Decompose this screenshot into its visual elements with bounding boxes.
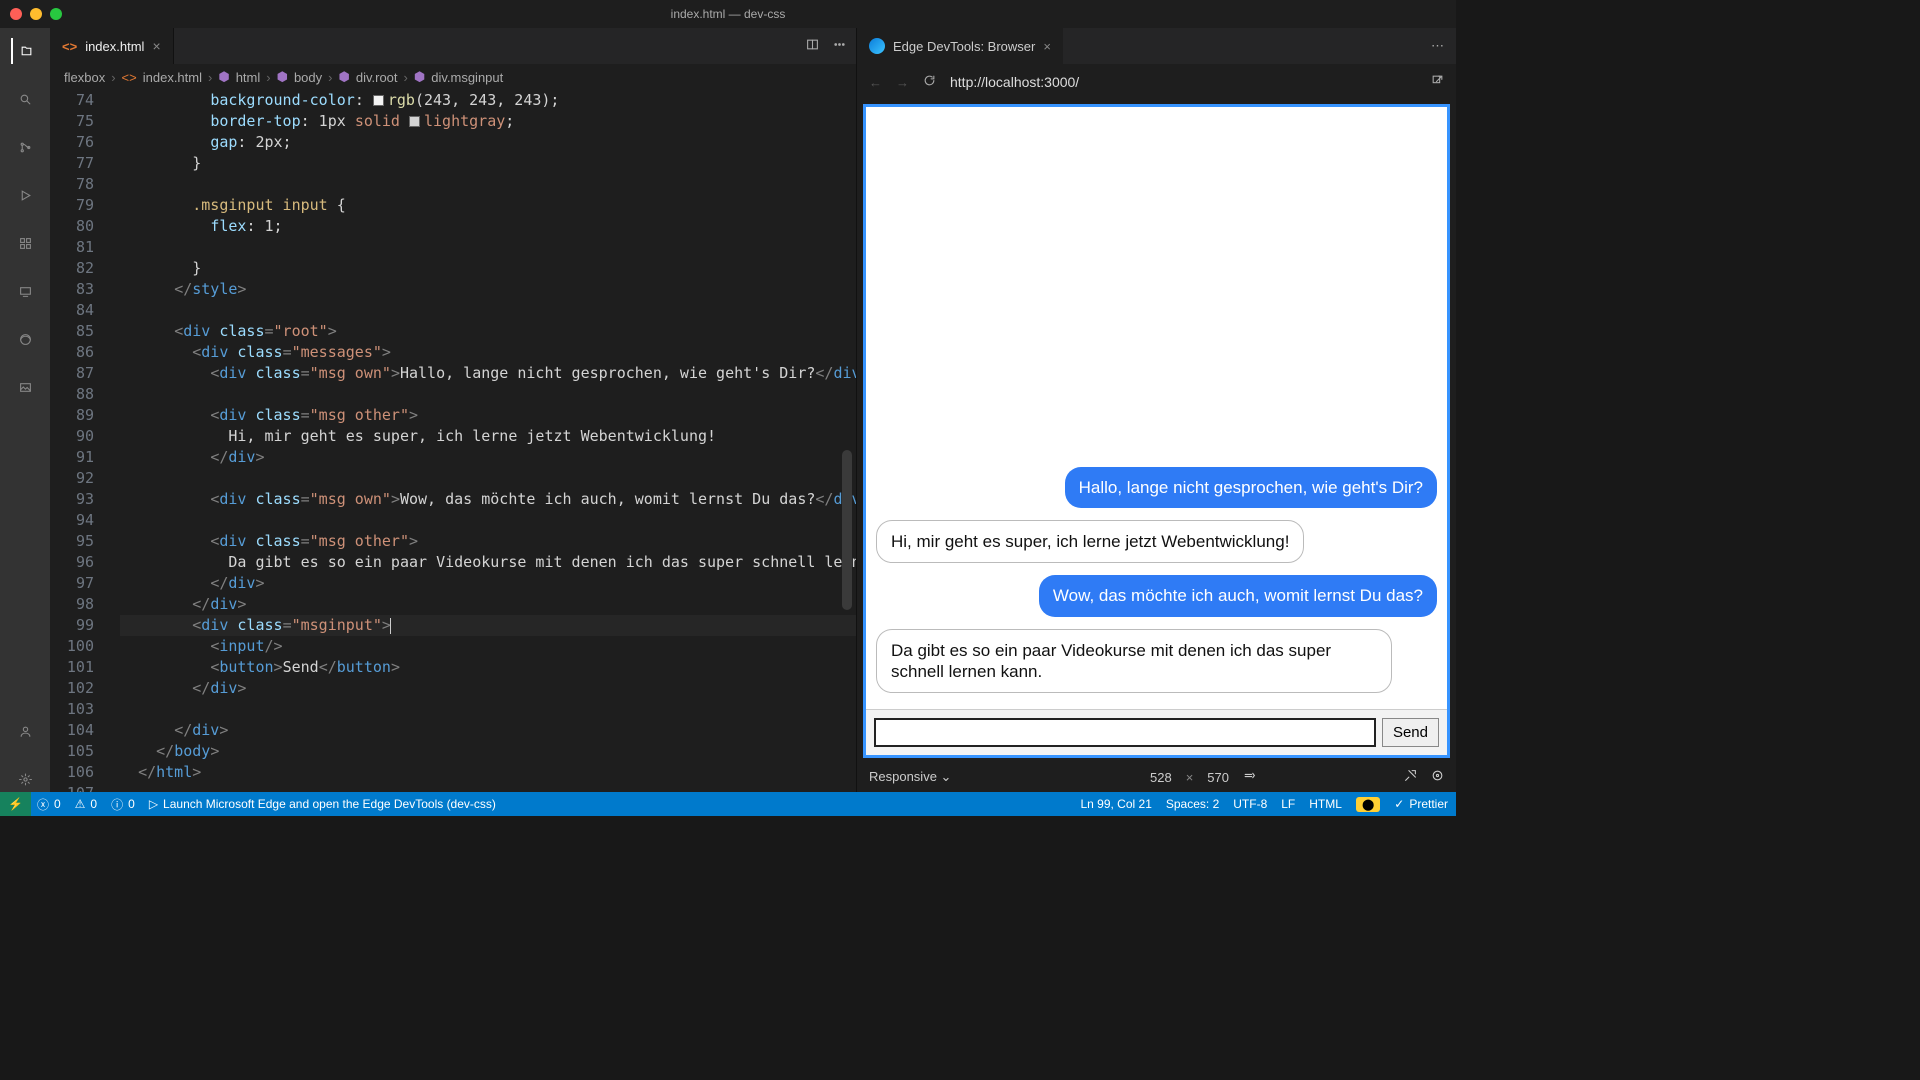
more-actions-icon[interactable] (833, 38, 846, 54)
status-bar: ⚡ ⓧ 0 ⚠ 0 ⓘ 0 ▷ Launch Microsoft Edge an… (0, 792, 1456, 816)
window-controls[interactable] (10, 8, 62, 20)
errors-count[interactable]: ⓧ 0 (37, 796, 61, 813)
code-editor[interactable]: 7475767778798081828384858687888990919293… (50, 90, 856, 792)
cursor-position[interactable]: Ln 99, Col 21 (1080, 797, 1151, 811)
viewport-width[interactable]: 528 (1150, 770, 1172, 785)
preview-tabs: Edge DevTools: Browser × ⋯ (857, 28, 1456, 64)
message-input[interactable] (874, 718, 1376, 747)
line-gutter: 7475767778798081828384858687888990919293… (50, 90, 110, 792)
forward-icon[interactable]: → (896, 75, 909, 90)
browser-toolbar: ← → http://localhost:3000/ (857, 64, 1456, 100)
code-content[interactable]: background-color: rgb(243, 243, 243); bo… (120, 90, 856, 792)
crumb[interactable]: html (236, 70, 261, 85)
image-icon[interactable] (12, 374, 38, 400)
crumb[interactable]: index.html (143, 70, 202, 85)
warnings-count[interactable]: ⚠ 0 (75, 797, 97, 811)
remote-indicator[interactable]: ⚡ (0, 792, 31, 816)
crumb[interactable]: flexbox (64, 70, 105, 85)
explorer-icon[interactable] (11, 38, 37, 64)
indent-setting[interactable]: Spaces: 2 (1166, 797, 1219, 811)
window-title: index.html — dev-css (671, 7, 786, 21)
screenshot-icon[interactable] (1404, 769, 1417, 785)
msg-own: Wow, das möchte ich auch, womit lernst D… (1039, 575, 1437, 616)
msg-other: Hi, mir geht es super, ich lerne jetzt W… (876, 520, 1304, 563)
responsive-mode[interactable]: Responsive ⌄ (869, 769, 951, 785)
close-window-icon[interactable] (10, 8, 22, 20)
eol[interactable]: LF (1281, 797, 1295, 811)
activity-bar (0, 28, 50, 792)
rotate-icon[interactable] (1243, 769, 1256, 785)
send-button[interactable]: Send (1382, 718, 1439, 747)
x-icon: × (1186, 770, 1194, 785)
search-icon[interactable] (12, 86, 38, 112)
extensions-icon[interactable] (12, 230, 38, 256)
accounts-icon[interactable] (12, 718, 38, 744)
msg-other: Da gibt es so ein paar Videokurse mit de… (876, 629, 1392, 694)
breadcrumbs[interactable]: flexbox› <>index.html› ⬢html› ⬢body› ⬢di… (50, 64, 856, 90)
html-file-icon: <> (62, 39, 77, 54)
address-bar[interactable]: http://localhost:3000/ (950, 74, 1417, 90)
prettier-status[interactable]: ✓ Prettier (1394, 797, 1448, 811)
remote-icon[interactable] (12, 278, 38, 304)
tab-label: index.html (85, 39, 144, 54)
settings-gear-icon[interactable] (12, 766, 38, 792)
info-count[interactable]: ⓘ 0 (111, 796, 135, 813)
launch-task[interactable]: ▷ Launch Microsoft Edge and open the Edg… (149, 797, 496, 811)
device-toolbar: Responsive ⌄ 528 × 570 (857, 762, 1456, 792)
message-input-row: Send (866, 709, 1447, 755)
maximize-window-icon[interactable] (50, 8, 62, 20)
viewport-height[interactable]: 570 (1207, 770, 1229, 785)
language-mode[interactable]: HTML (1309, 797, 1342, 811)
edge-tools-icon[interactable] (12, 326, 38, 352)
msg-own: Hallo, lange nicht gesprochen, wie geht'… (1065, 467, 1437, 508)
close-tab-icon[interactable]: × (152, 38, 160, 54)
editor-group: <> index.html × flexbox› <>index.html› ⬢… (50, 28, 856, 792)
minimize-window-icon[interactable] (30, 8, 42, 20)
preview-panel: Edge DevTools: Browser × ⋯ ← → http://lo… (856, 28, 1456, 792)
open-external-icon[interactable] (1431, 74, 1444, 90)
encoding[interactable]: UTF-8 (1233, 797, 1267, 811)
window-titlebar: index.html — dev-css (0, 0, 1456, 28)
run-debug-icon[interactable] (12, 182, 38, 208)
crumb[interactable]: body (294, 70, 322, 85)
crumb[interactable]: div.msginput (431, 70, 503, 85)
preview-tab-label: Edge DevTools: Browser (893, 39, 1035, 54)
target-icon[interactable] (1431, 769, 1444, 785)
reload-icon[interactable] (923, 74, 936, 90)
edge-icon (869, 38, 885, 54)
tab-index-html[interactable]: <> index.html × (50, 28, 174, 64)
browser-viewport[interactable]: Hallo, lange nicht gesprochen, wie geht'… (863, 104, 1450, 758)
more-actions-icon[interactable]: ⋯ (1431, 38, 1444, 53)
linter-badge[interactable]: ⬤ (1356, 797, 1380, 812)
scrollbar[interactable] (842, 450, 852, 610)
close-tab-icon[interactable]: × (1043, 39, 1051, 54)
source-control-icon[interactable] (12, 134, 38, 160)
split-editor-icon[interactable] (806, 38, 819, 54)
crumb[interactable]: div.root (356, 70, 398, 85)
editor-tabs: <> index.html × (50, 28, 856, 64)
tab-edge-devtools[interactable]: Edge DevTools: Browser × (857, 28, 1063, 64)
chat-messages: Hallo, lange nicht gesprochen, wie geht'… (866, 107, 1447, 709)
back-icon[interactable]: ← (869, 75, 882, 90)
